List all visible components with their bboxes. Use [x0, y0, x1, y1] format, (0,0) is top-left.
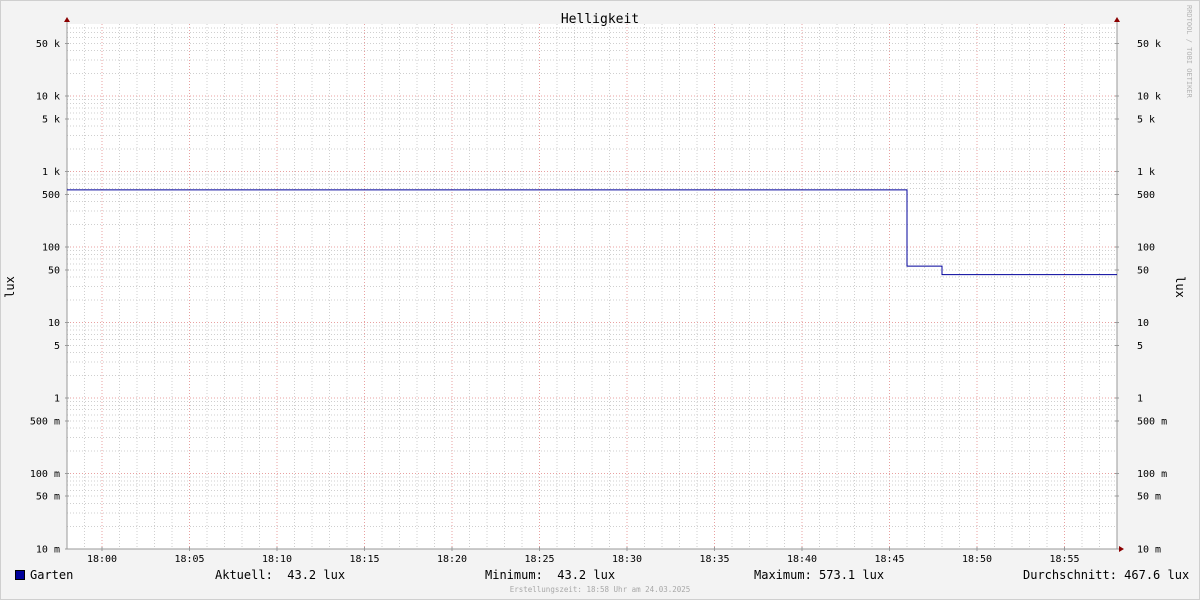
y-tick-label-right: 1 — [1137, 394, 1143, 405]
y-axis-label-left: lux — [3, 276, 17, 298]
y-tick-label-right: 100 m — [1137, 469, 1167, 480]
y-tick-label-left: 50 m — [36, 492, 60, 503]
y-tick-label-right: 50 k — [1137, 39, 1161, 50]
creation-time-footer: Erstellungszeit: 18:58 Uhr am 24.03.2025 — [509, 585, 691, 594]
y-tick-label-left: 100 m — [30, 469, 60, 480]
y-tick-label-left: 500 — [42, 190, 60, 201]
y-tick-label-left: 50 — [48, 265, 60, 276]
y-tick-label-right: 10 k — [1137, 92, 1161, 103]
y-tick-label-right: 50 m — [1137, 492, 1161, 503]
y-tick-label-left: 5 k — [42, 114, 60, 125]
y-tick-label-left: 500 m — [30, 416, 60, 427]
y-tick-label-right: 500 — [1137, 190, 1155, 201]
rrdtool-watermark: RRDTOOL / TOBI OETIKER — [1185, 5, 1193, 99]
x-tick-label: 18:10 — [262, 554, 292, 565]
legend-series-name: Garten — [30, 568, 74, 582]
y-tick-label-left: 50 k — [36, 39, 60, 50]
y-axis-right-arrow — [1114, 17, 1120, 22]
y-tick-label-left: 10 — [48, 318, 60, 329]
x-tick-label: 18:20 — [437, 554, 467, 565]
y-tick-label-right: 50 — [1137, 265, 1149, 276]
y-tick-label-right: 10 — [1137, 318, 1149, 329]
chart-svg: 50 k 50 k 10 k 10 k 5 k 5 k 1 k 1 k 500 500 100 100… — [3, 5, 1193, 565]
y-tick-label-right: 100 — [1137, 243, 1155, 254]
legend-swatch-garten — [15, 570, 25, 580]
legend-minimum-value: Minimum: 43.2 lux — [485, 568, 616, 582]
legend-maximum-value: Maximum: 573.1 lux — [754, 568, 885, 582]
y-axis-label-right: lux — [1173, 276, 1187, 298]
x-tick-label: 18:15 — [349, 554, 379, 565]
y-tick-label-right: 5 — [1137, 341, 1143, 352]
y-tick-label-right: 500 m — [1137, 416, 1167, 427]
x-tick-label: 18:05 — [174, 554, 204, 565]
x-tick-label: 18:45 — [874, 554, 904, 565]
x-tick-label: 18:55 — [1049, 554, 1079, 565]
x-tick-label: 18:25 — [524, 554, 554, 565]
y-axis-left-arrow — [64, 17, 70, 22]
y-tick-label-left: 10 m — [36, 545, 60, 556]
y-tick-label-left: 100 — [42, 243, 60, 254]
y-tick-label-left: 1 — [54, 394, 60, 405]
legend-current-value: Aktuell: 43.2 lux — [215, 568, 346, 582]
x-tick-label: 18:50 — [962, 554, 992, 565]
legend-average-value: Durchschnitt: 467.6 lux — [1023, 568, 1190, 582]
y-tick-label-left: 1 k — [42, 167, 60, 178]
y-tick-label-left: 10 k — [36, 92, 60, 103]
y-tick-label-right: 5 k — [1137, 114, 1155, 125]
y-tick-label-right: 1 k — [1137, 167, 1155, 178]
chart-title: Helligkeit — [561, 12, 639, 27]
x-tick-label: 18:30 — [612, 554, 642, 565]
x-tick-label: 18:35 — [699, 554, 729, 565]
y-tick-label-right: 10 m — [1137, 545, 1161, 556]
x-tick-label: 18:40 — [787, 554, 817, 565]
x-axis-arrow — [1119, 546, 1124, 552]
x-tick-label: 18:00 — [87, 554, 117, 565]
y-tick-label-left: 5 — [54, 341, 60, 352]
